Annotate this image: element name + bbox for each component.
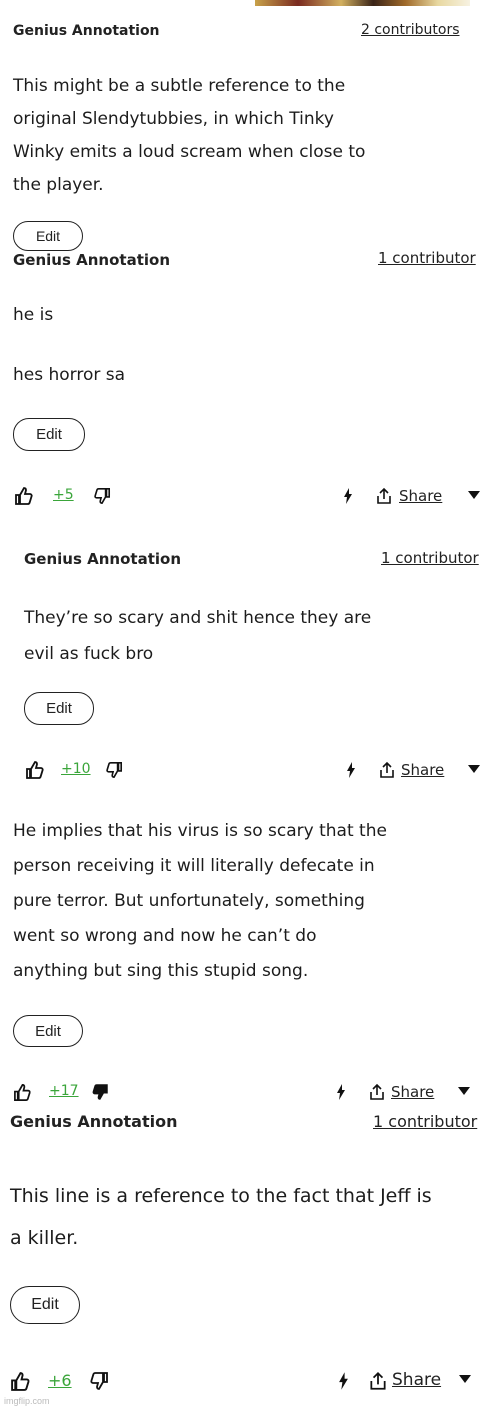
lightning-bolt-icon[interactable] [338, 1372, 349, 1390]
caret-down-icon[interactable] [459, 1375, 471, 1383]
contributors-link[interactable]: 2 contributors [361, 22, 460, 38]
body-line: evil as fuck bro [24, 644, 154, 664]
share-link[interactable]: Share [391, 1083, 434, 1101]
annotation-body: He implies that his virus is so scary th… [13, 814, 387, 989]
thumbs-down-icon[interactable] [93, 487, 111, 505]
imgflip-watermark: imgflip.com [4, 1396, 50, 1406]
contributors-link[interactable]: 1 contributor [378, 249, 476, 267]
body-line: He implies that his virus is so scary th… [13, 821, 387, 841]
annotation-header: Genius Annotation [13, 251, 170, 269]
annotation-header: Genius Annotation [10, 1112, 178, 1131]
caret-down-icon[interactable] [468, 491, 480, 499]
body-line: person receiving it will literally defec… [13, 856, 375, 876]
vote-count[interactable]: +5 [53, 487, 74, 503]
cropped-header-image [255, 0, 470, 6]
body-line: a killer. [10, 1227, 79, 1249]
body-line: Winky emits a loud scream when close to [13, 142, 366, 162]
body-line: pure terror. But unfortunately, somethin… [13, 891, 365, 911]
share-link[interactable]: Share [401, 761, 444, 779]
body-line: original Slendytubbies, in which Tinky [13, 109, 334, 129]
vote-count[interactable]: +6 [48, 1371, 72, 1390]
caret-down-icon[interactable] [458, 1087, 470, 1095]
share-upload-icon[interactable] [376, 487, 392, 505]
thumbs-down-icon[interactable] [89, 1371, 109, 1391]
vote-count[interactable]: +10 [61, 761, 91, 777]
share-link[interactable]: Share [392, 1370, 441, 1390]
thumbs-down-icon[interactable] [91, 1083, 109, 1101]
contributors-link[interactable]: 1 contributor [373, 1112, 477, 1131]
edit-button[interactable]: Edit [24, 692, 94, 725]
thumbs-up-icon[interactable] [25, 760, 45, 780]
thumbs-down-icon[interactable] [105, 761, 123, 779]
top-image-strip [0, 0, 500, 6]
share-upload-icon[interactable] [369, 1371, 387, 1391]
thumbs-up-icon[interactable] [13, 1083, 32, 1102]
body-line: went so wrong and now he can’t do [13, 926, 317, 946]
thumbs-up-icon[interactable] [10, 1371, 31, 1392]
annotation-body: This line is a reference to the fact tha… [10, 1175, 432, 1259]
annotation-header: Genius Annotation [13, 23, 160, 39]
edit-button[interactable]: Edit [13, 418, 85, 451]
annotation-body: They’re so scary and shit hence they are… [24, 600, 371, 672]
body-line: hes horror sa [13, 365, 126, 385]
edit-button[interactable]: Edit [13, 221, 83, 251]
edit-button[interactable]: Edit [10, 1286, 80, 1324]
lightning-bolt-icon[interactable] [336, 1084, 346, 1100]
share-upload-icon[interactable] [369, 1083, 385, 1101]
body-line: They’re so scary and shit hence they are [24, 608, 372, 628]
thumbs-up-icon[interactable] [14, 486, 34, 506]
vote-count[interactable]: +17 [49, 1083, 79, 1099]
body-line: anything but sing this stupid song. [13, 961, 309, 981]
edit-button[interactable]: Edit [13, 1015, 83, 1047]
body-line: This line is a reference to the fact tha… [10, 1185, 432, 1207]
lightning-bolt-icon[interactable] [343, 488, 353, 504]
share-upload-icon[interactable] [379, 761, 395, 779]
body-line: the player. [13, 175, 104, 195]
annotation-body: he is hes horror sa [13, 300, 125, 390]
annotation-header: Genius Annotation [24, 550, 181, 568]
lightning-bolt-icon[interactable] [346, 762, 356, 778]
body-line: This might be a subtle reference to the [13, 76, 346, 96]
caret-down-icon[interactable] [468, 765, 480, 773]
share-link[interactable]: Share [399, 487, 442, 505]
body-line [13, 330, 125, 360]
annotation-body: This might be a subtle reference to the … [13, 70, 365, 202]
body-line: he is [13, 305, 54, 325]
contributors-link[interactable]: 1 contributor [381, 549, 479, 567]
